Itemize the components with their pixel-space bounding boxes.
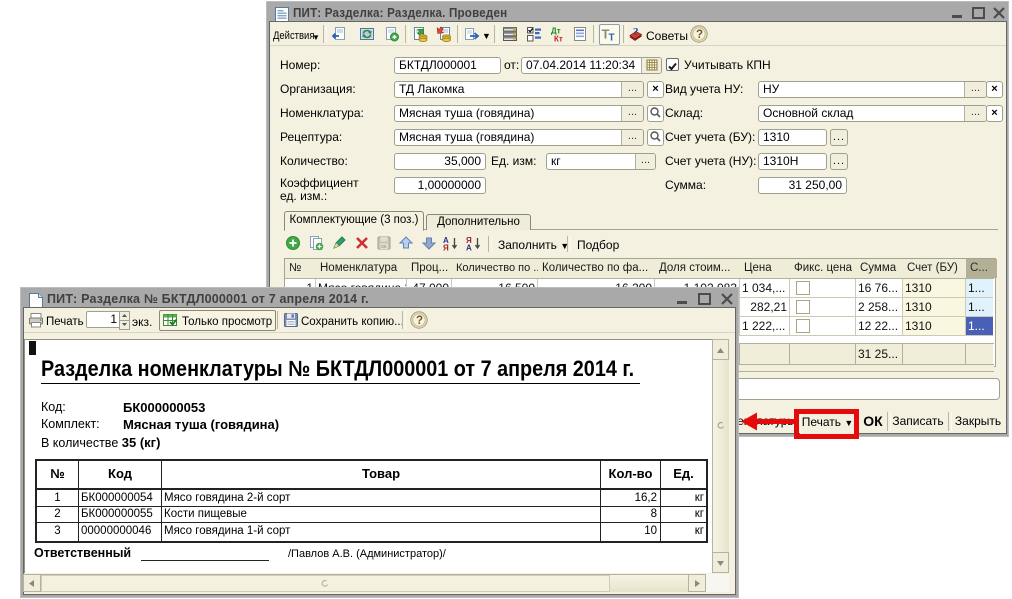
svg-text:?: ?: [633, 26, 639, 38]
svg-text:Я: Я: [443, 244, 449, 252]
svg-text:А: А: [466, 244, 472, 252]
svg-text:T: T: [609, 33, 615, 43]
svg-text:?: ?: [696, 29, 703, 41]
svg-text:Кт: Кт: [554, 35, 563, 43]
svg-text:?: ?: [416, 315, 423, 327]
svg-text:ОК: ОК: [381, 244, 388, 249]
